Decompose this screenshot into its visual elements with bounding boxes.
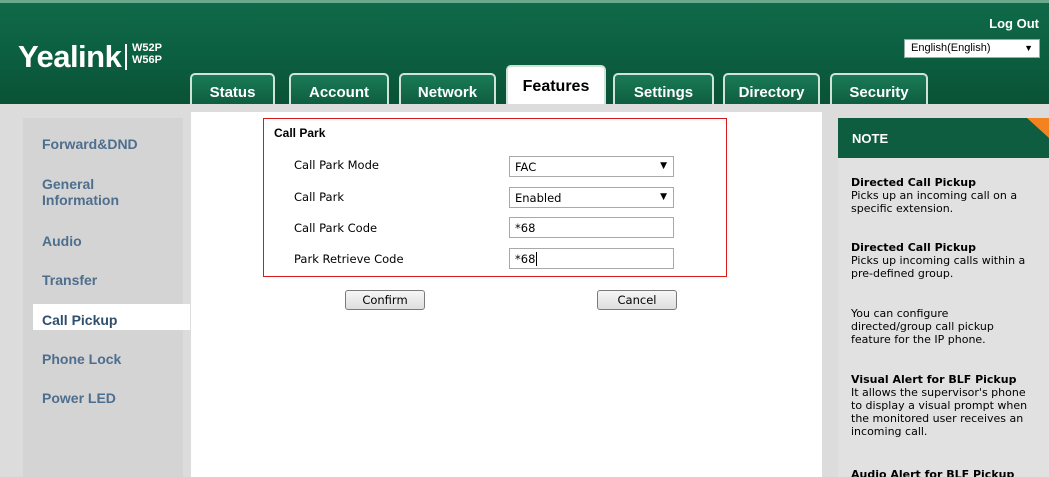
tab-directory[interactable]: Directory: [723, 73, 820, 107]
sidebar-item-forward-dnd[interactable]: Forward&DND: [42, 136, 138, 152]
cancel-button[interactable]: Cancel: [597, 290, 677, 310]
language-select[interactable]: English(English) ▼: [904, 39, 1040, 58]
input-value: *68: [515, 252, 536, 266]
tab-account[interactable]: Account: [289, 73, 389, 107]
tab-label: Status: [209, 84, 256, 101]
call-park-mode-label: Call Park Mode: [294, 158, 379, 172]
tab-label: Security: [849, 84, 909, 101]
sidebar-item-label: Information: [42, 192, 119, 208]
park-retrieve-code-label: Park Retrieve Code: [294, 252, 404, 266]
call-park-code-label: Call Park Code: [294, 221, 378, 235]
note-line: Picks up incoming calls within a: [851, 254, 1026, 267]
note-heading: Visual Alert for BLF Pickup: [851, 373, 1017, 386]
section-title: Call Park: [274, 126, 326, 140]
sidebar: [23, 118, 183, 477]
note-line: pre-defined group.: [851, 267, 954, 280]
language-value: English(English): [911, 42, 991, 54]
note-paragraph-5: Audio Alert for BLF Pickup: [851, 468, 1039, 477]
sidebar-item-power-led[interactable]: Power LED: [42, 390, 116, 406]
note-paragraph-1: Directed Call Pickup Picks up an incomin…: [851, 176, 1039, 215]
tab-features[interactable]: Features: [506, 65, 606, 107]
sidebar-item-call-pickup[interactable]: Call Pickup: [42, 312, 117, 328]
note-paragraph-3: You can configure directed/group call pi…: [851, 307, 1039, 346]
note-paragraph-4: Visual Alert for BLF Pickup It allows th…: [851, 373, 1039, 438]
tab-label: Features: [522, 78, 590, 95]
tab-settings[interactable]: Settings: [613, 73, 714, 107]
call-park-code-input[interactable]: *68: [509, 217, 674, 238]
sidebar-item-transfer[interactable]: Transfer: [42, 272, 97, 288]
note-line: feature for the IP phone.: [851, 333, 986, 346]
note-corner-flag: [1027, 118, 1049, 138]
logo-divider: [125, 44, 127, 70]
tab-label: Directory: [738, 84, 805, 101]
note-line: You can configure: [851, 307, 949, 320]
call-park-mode-select[interactable]: FAC ▼: [509, 156, 674, 177]
park-retrieve-code-input[interactable]: *68: [509, 248, 674, 269]
note-paragraph-2: Directed Call Pickup Picks up incoming c…: [851, 241, 1039, 280]
logout-link[interactable]: Log Out: [989, 16, 1039, 31]
brand-logo: Yealink: [18, 39, 122, 74]
text-cursor: [536, 252, 538, 266]
model-line-1: W52P: [132, 42, 162, 54]
call-park-label: Call Park: [294, 190, 344, 204]
tab-security[interactable]: Security: [830, 73, 928, 107]
select-value: FAC: [515, 160, 537, 174]
note-heading: Audio Alert for BLF Pickup: [851, 468, 1015, 477]
note-heading: Directed Call Pickup: [851, 241, 976, 254]
confirm-button[interactable]: Confirm: [345, 290, 425, 310]
chevron-down-icon: ▼: [1024, 43, 1033, 53]
call-park-select[interactable]: Enabled ▼: [509, 187, 674, 208]
select-value: Enabled: [515, 191, 562, 205]
sidebar-item-phone-lock[interactable]: Phone Lock: [42, 351, 121, 367]
tab-label: Network: [417, 84, 478, 101]
tab-network[interactable]: Network: [399, 73, 496, 107]
note-line: It allows the supervisor's phone: [851, 386, 1026, 399]
tab-label: Settings: [633, 84, 694, 101]
sidebar-item-general-information[interactable]: General Information: [42, 176, 119, 208]
note-line: incoming call.: [851, 425, 928, 438]
model-line-2: W56P: [132, 54, 162, 66]
note-line: directed/group call pickup: [851, 320, 994, 333]
tab-status[interactable]: Status: [190, 73, 275, 107]
note-line: to display a visual prompt when: [851, 399, 1028, 412]
note-title: NOTE: [838, 118, 1049, 158]
note-line: the monitored user receives an: [851, 412, 1024, 425]
model-label: W52P W56P: [132, 42, 162, 66]
chevron-down-icon: ▼: [660, 161, 667, 171]
note-line: specific extension.: [851, 202, 954, 215]
note-line: Picks up an incoming call on a: [851, 189, 1018, 202]
chevron-down-icon: ▼: [660, 192, 667, 202]
sidebar-item-audio[interactable]: Audio: [42, 233, 82, 249]
note-heading: Directed Call Pickup: [851, 176, 976, 189]
header-bar: Yealink W52P W56P Log Out English(Englis…: [0, 0, 1049, 107]
sidebar-item-label: General: [42, 176, 95, 192]
tab-label: Account: [309, 84, 369, 101]
